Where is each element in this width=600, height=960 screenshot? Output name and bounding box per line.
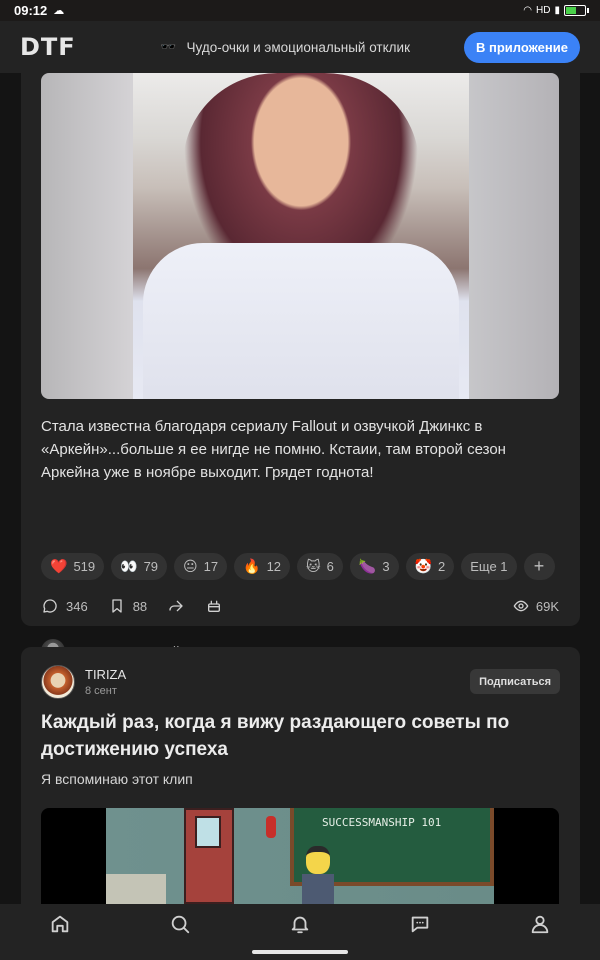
promo-text: Чудо-очки и эмоциональный отклик	[186, 39, 410, 55]
post-card: TIRIZA 8 сент Подписаться Каждый раз, ко…	[21, 647, 580, 904]
nav-home[interactable]	[40, 906, 80, 946]
status-indicators: ◠ HD ▮	[523, 5, 589, 16]
post-image[interactable]	[41, 73, 559, 399]
wifi-icon: ◠	[523, 5, 533, 16]
nav-notifications[interactable]	[280, 906, 320, 946]
comments-button[interactable]: 346	[41, 597, 88, 615]
add-reaction-button[interactable]: +	[523, 553, 555, 580]
eye-icon	[512, 597, 530, 615]
post-author[interactable]: TIRIZA 8 сент	[41, 665, 126, 699]
post-subtitle: Я вспоминаю этот клип	[41, 771, 193, 787]
comment-icon	[41, 597, 59, 615]
reaction-cat[interactable]: 🐱 6	[297, 553, 343, 580]
share-icon	[167, 597, 185, 615]
photo	[133, 73, 469, 399]
eggplant-icon: 🍆	[358, 558, 377, 574]
post-title[interactable]: Каждый раз, когда я вижу раздающего сове…	[41, 709, 541, 763]
reaction-neutral-face[interactable]: 😐 17	[174, 553, 228, 580]
post-video[interactable]: SUCCESSMANSHIP 101	[41, 808, 559, 904]
author-name: TIRIZA	[85, 667, 127, 682]
more-reactions-button[interactable]: Еще 1	[461, 553, 517, 580]
home-icon	[49, 913, 71, 940]
search-icon	[169, 913, 191, 940]
reaction-clown[interactable]: 🤡 2	[405, 553, 455, 580]
status-time: 09:12	[14, 3, 48, 18]
status-bar: 09:12 ☁ ◠ HD ▮	[0, 0, 600, 21]
bookmark-button[interactable]: 88	[108, 597, 147, 615]
top-bar: DTF 🕶️ Чудо-очки и эмоциональный отклик …	[0, 21, 600, 73]
video-frame: SUCCESSMANSHIP 101	[106, 808, 494, 904]
neutral-face-icon: 😐	[183, 558, 198, 574]
donate-button[interactable]	[205, 597, 223, 615]
nav-messages[interactable]	[400, 906, 440, 946]
signal-icon: ▮	[554, 5, 560, 16]
subscribe-button[interactable]: Подписаться	[470, 669, 560, 694]
views-count: 69K	[535, 598, 559, 614]
fire-icon: 🔥	[243, 558, 261, 574]
post-date: 8 сент	[85, 685, 117, 697]
cat-icon: 🐱	[306, 558, 321, 574]
reaction-heart[interactable]: ❤️ 519	[41, 553, 105, 580]
share-button[interactable]	[167, 597, 185, 615]
open-app-button[interactable]: В приложение	[464, 31, 580, 63]
battery-icon	[564, 5, 589, 16]
reaction-eggplant[interactable]: 🍆 3	[349, 553, 399, 580]
bookmark-icon	[108, 597, 126, 615]
board-text: SUCCESSMANSHIP 101	[322, 816, 442, 829]
reaction-eyes[interactable]: 👀 79	[111, 553, 168, 580]
post-card: Стала известна благодаря сериалу Fallout…	[21, 73, 580, 663]
reactions-bar: ❤️ 519 👀 79 😐 17 🔥 12 🐱 6 🍆 3 🤡 2 Еще 1 +	[41, 553, 555, 580]
eyes-icon: 👀	[120, 558, 138, 574]
reaction-fire[interactable]: 🔥 12	[234, 553, 291, 580]
user-icon	[529, 913, 551, 940]
author-avatar	[41, 665, 75, 699]
bookmarks-count: 88	[132, 598, 148, 614]
glasses-icon: 🕶️	[160, 39, 177, 54]
chat-icon	[409, 913, 431, 940]
clown-icon: 🤡	[414, 558, 432, 574]
post-body-text: Стала известна благодаря сериалу Fallout…	[41, 418, 506, 481]
views-counter: 69K	[512, 597, 559, 615]
nav-search[interactable]	[160, 906, 200, 946]
comments-count: 346	[66, 598, 88, 614]
heart-icon: ❤️	[50, 558, 68, 574]
post-actions: 346 88 69K	[41, 597, 559, 615]
feed[interactable]: Стала известна благодаря сериалу Fallout…	[0, 73, 600, 904]
promo-banner[interactable]: 🕶️ Чудо-очки и эмоциональный отклик	[160, 39, 410, 55]
dtf-logo[interactable]: DTF	[20, 33, 76, 61]
gift-icon	[205, 597, 223, 615]
cloud-icon: ☁	[53, 5, 65, 17]
bell-icon	[289, 913, 311, 940]
nav-profile[interactable]	[520, 906, 560, 946]
home-indicator	[252, 950, 348, 954]
network-label: HD	[536, 5, 551, 16]
